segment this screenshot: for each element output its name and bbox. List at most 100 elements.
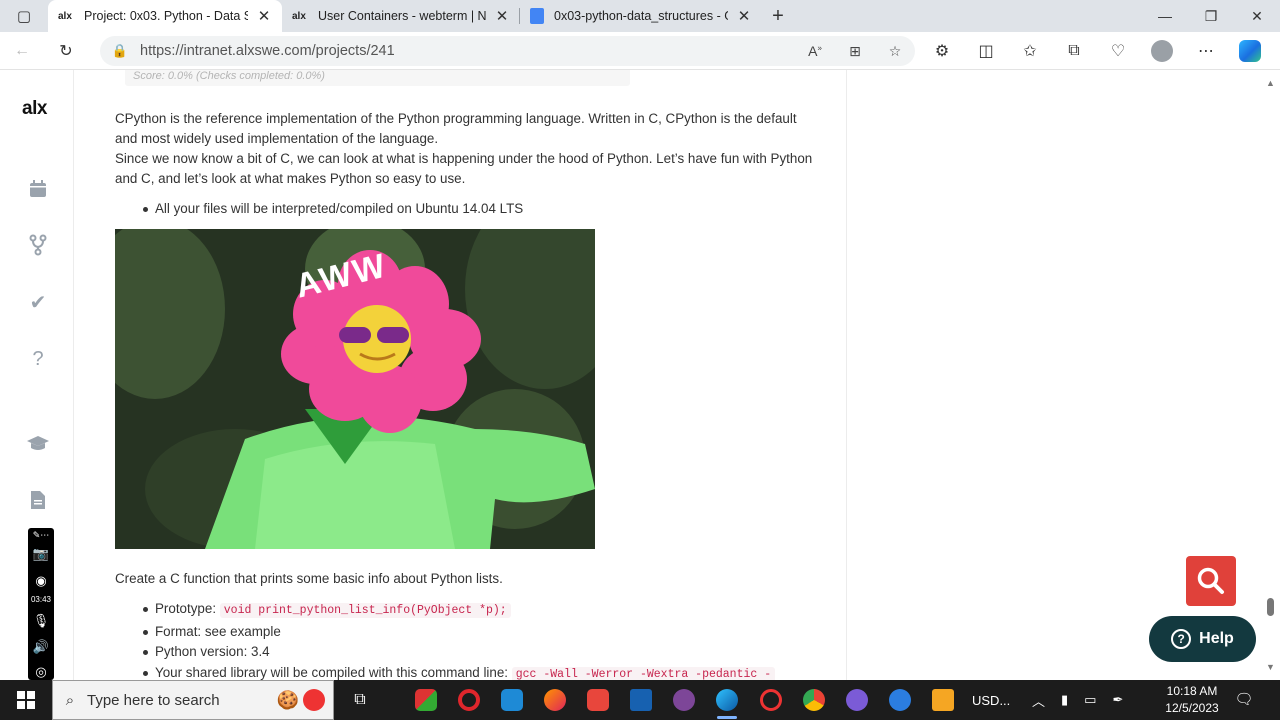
doc-icon: [530, 8, 544, 24]
task-requirements-list: Prototype: void print_python_list_info(P…: [115, 599, 776, 680]
usb-icon[interactable]: ▮: [1053, 692, 1076, 708]
tab-title: 0x03-python-data_structures - Google Doc…: [554, 9, 728, 23]
close-tab-icon[interactable]: ✕: [492, 7, 512, 25]
app-available-icon[interactable]: ⊞: [835, 43, 875, 60]
close-tab-icon[interactable]: ✕: [254, 7, 274, 25]
prototype-code: void print_python_list_info(PyObject *p)…: [219, 603, 511, 618]
tab-actions-icon[interactable]: ▢: [0, 0, 48, 32]
help-question-icon: ?: [1171, 629, 1192, 649]
browser-essentials-icon[interactable]: ♡: [1096, 32, 1140, 70]
obs-icon[interactable]: [755, 684, 787, 716]
github-icon[interactable]: [841, 684, 873, 716]
help-app-icon[interactable]: [884, 684, 916, 716]
chevron-up-icon[interactable]: ︿: [1024, 691, 1053, 710]
compile-code: gcc -Wall -Werror -Wextra -pedantic -: [511, 666, 776, 680]
back-button[interactable]: ←: [0, 32, 44, 70]
lock-icon[interactable]: 🔒: [100, 43, 140, 59]
edge-icon[interactable]: [711, 684, 743, 719]
search-icon: ⌕: [65, 691, 75, 709]
task-view-icon[interactable]: ⧉: [344, 684, 376, 716]
pen-icon[interactable]: ✒: [1104, 692, 1131, 708]
close-window-button[interactable]: ✕: [1234, 0, 1280, 32]
address-bar[interactable]: 🔒 https://intranet.alxswe.com/projects/2…: [100, 36, 915, 66]
chrome-icon[interactable]: [798, 684, 830, 716]
browser-toolbar: ← ↻ 🔒 https://intranet.alxswe.com/projec…: [0, 32, 1280, 70]
record-icon[interactable]: ◉: [28, 573, 54, 589]
refresh-button[interactable]: ↻: [44, 32, 88, 70]
search-icon: [1197, 567, 1224, 594]
start-button[interactable]: [0, 680, 52, 720]
read-aloud-icon[interactable]: A»: [795, 43, 835, 59]
tab-google-docs[interactable]: 0x03-python-data_structures - Google Doc…: [520, 0, 762, 32]
help-label: Help: [1199, 630, 1234, 647]
graduation-cap-icon[interactable]: [26, 432, 50, 456]
favorite-star-icon[interactable]: ☆: [875, 43, 915, 60]
currency-widget-text[interactable]: USD...: [964, 680, 1018, 720]
tor-browser-icon[interactable]: [668, 684, 700, 716]
flower-costume-gif: AWW: [115, 229, 595, 549]
microphone-icon[interactable]: 🎙: [28, 613, 54, 629]
taskbar-search[interactable]: ⌕ Type here to search 🍪: [52, 680, 334, 720]
help-button[interactable]: ? Help: [1149, 616, 1256, 662]
list-item: Your shared library will be compiled wit…: [115, 663, 776, 680]
scroll-down-icon[interactable]: ▼: [1266, 662, 1275, 672]
tab-strip: ▢ alx Project: 0x03. Python - Data Struc…: [0, 0, 1280, 32]
gingerbread-icon: 🍪: [276, 689, 299, 710]
page-scrollbar[interactable]: ▲ ▼: [1262, 70, 1280, 680]
close-tab-icon[interactable]: ✕: [734, 7, 754, 25]
tab-user-containers[interactable]: alx User Containers - webterm | Nairobi …: [282, 0, 520, 32]
intro-paragraph-2: Since we now know a bit of C, we can loo…: [115, 151, 813, 186]
anydesk-icon[interactable]: [582, 684, 614, 716]
tab-title: Project: 0x03. Python - Data Structures: [84, 9, 248, 23]
intro-paragraph: CPython is the reference implementation …: [115, 111, 797, 146]
currency-widget-icon[interactable]: [927, 684, 959, 716]
minimize-button[interactable]: —: [1142, 0, 1188, 32]
firefox-icon[interactable]: [539, 684, 571, 716]
list-item: Python version: 3.4: [115, 642, 775, 663]
compile-label: Your shared library will be compiled wit…: [155, 664, 512, 680]
pen-tool-icon[interactable]: ✎⋯: [28, 530, 54, 541]
alx-favicon-icon: alx: [292, 10, 306, 22]
taskbar-clock[interactable]: 10:18 AM 12/5/2023: [1156, 683, 1228, 717]
list-item: Prototype: void print_python_list_info(P…: [115, 599, 775, 622]
document-icon[interactable]: [26, 488, 50, 512]
scroll-up-icon[interactable]: ▲: [1266, 78, 1275, 88]
battery-icon[interactable]: ▭: [1076, 692, 1104, 708]
more-menu-icon[interactable]: ⋯: [1184, 32, 1228, 70]
list-item: Format: see example: [115, 622, 775, 643]
currency-text: USD...: [972, 692, 1011, 708]
collections-icon[interactable]: ⧉: [1052, 32, 1096, 70]
favorites-icon[interactable]: ✩: [1008, 32, 1052, 70]
search-placeholder: Type here to search: [87, 691, 220, 709]
recording-time: 03:43: [30, 595, 52, 604]
split-screen-icon[interactable]: ◫: [964, 32, 1008, 70]
project-content: Score: 0.0% (Checks completed: 0.0%) CPy…: [75, 70, 846, 680]
profile-avatar[interactable]: [1140, 32, 1184, 70]
extensions-icon[interactable]: ⚙: [920, 32, 964, 70]
clock-date: 12/5/2023: [1165, 701, 1219, 715]
question-icon[interactable]: ?: [26, 347, 50, 371]
url-text[interactable]: https://intranet.alxswe.com/projects/241: [140, 43, 795, 59]
alx-logo[interactable]: alx: [22, 98, 47, 120]
new-tab-button[interactable]: +: [762, 0, 794, 32]
requirements-list: All your files will be interpreted/compi…: [115, 199, 523, 220]
speaker-icon[interactable]: 🔊: [28, 639, 54, 655]
git-branch-icon[interactable]: [26, 233, 50, 257]
opera-icon[interactable]: [453, 684, 485, 716]
tab-project-python[interactable]: alx Project: 0x03. Python - Data Structu…: [48, 0, 282, 32]
clock-time: 10:18 AM: [1166, 684, 1218, 698]
windows-taskbar: ⌕ Type here to search 🍪 ⧉ USD... ︿ ▮ ▭ ✒…: [0, 680, 1280, 720]
copilot-icon[interactable]: [1228, 32, 1272, 70]
calendar-icon[interactable]: [26, 177, 50, 201]
vscode-icon[interactable]: [496, 684, 528, 716]
system-tray: ︿ ▮ ▭ ✒: [1024, 680, 1131, 720]
check-icon[interactable]: ✔: [26, 290, 50, 314]
restore-button[interactable]: ❐: [1188, 0, 1234, 32]
camera-icon[interactable]: 📷: [28, 546, 54, 562]
scrollbar-thumb[interactable]: [1267, 598, 1274, 616]
virtualbox-icon[interactable]: [625, 684, 657, 716]
winrar-icon[interactable]: [410, 684, 442, 716]
notification-icon[interactable]: 🗨: [1234, 690, 1254, 710]
webcam-icon[interactable]: ◎: [28, 664, 54, 680]
search-button[interactable]: [1186, 556, 1236, 606]
